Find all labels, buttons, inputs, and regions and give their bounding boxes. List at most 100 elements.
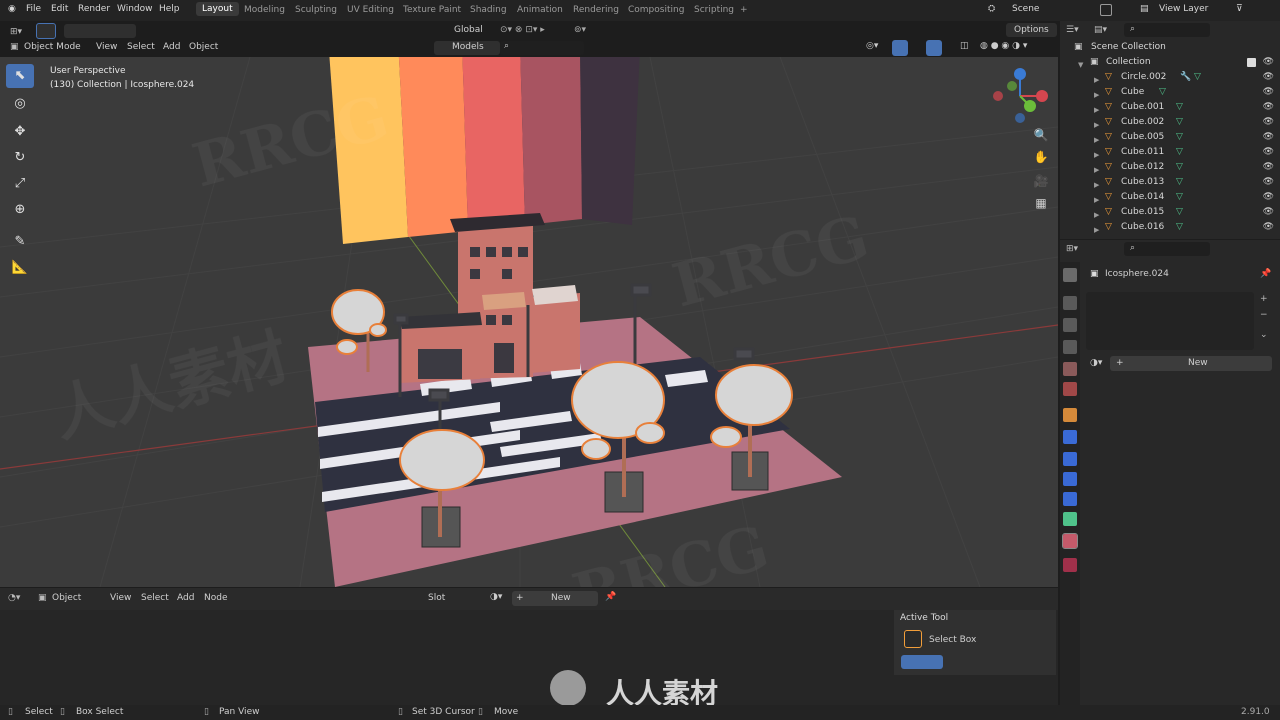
viewport-menu-select[interactable]: Select bbox=[127, 42, 155, 52]
eye-icon[interactable]: 👁 bbox=[1263, 102, 1274, 112]
display-mode-icon[interactable]: ▤▾ bbox=[1094, 25, 1107, 35]
checkbox-icon[interactable] bbox=[1247, 58, 1256, 67]
new-scene-icon[interactable] bbox=[1100, 4, 1112, 16]
filter-icon[interactable]: ⊽ bbox=[1236, 4, 1243, 14]
tool-tab-icon[interactable] bbox=[1063, 268, 1077, 282]
outliner-scene-collection[interactable]: ▣ Scene Collection bbox=[1060, 40, 1280, 55]
remove-slot-icon[interactable]: − bbox=[1260, 310, 1268, 320]
select-box-tool-icon[interactable]: ⬉ bbox=[6, 64, 34, 88]
visibility-icon[interactable]: ◎▾ bbox=[866, 41, 878, 51]
eye-icon[interactable]: 👁 bbox=[1263, 132, 1274, 142]
menu-file[interactable]: File bbox=[26, 4, 41, 14]
eye-icon[interactable]: 👁 bbox=[1263, 87, 1274, 97]
eye-icon[interactable]: 👁 bbox=[1263, 72, 1274, 82]
properties-search-input[interactable] bbox=[1124, 242, 1210, 256]
menu-edit[interactable]: Edit bbox=[51, 4, 68, 14]
menu-window[interactable]: Window bbox=[117, 4, 153, 14]
outliner-item[interactable]: ▶ ▽ Cube.002 ▽ 👁 bbox=[1060, 115, 1280, 130]
object-tab-icon[interactable] bbox=[1063, 408, 1077, 422]
outliner-item[interactable]: ▶ ▽ Cube.012 ▽ 👁 bbox=[1060, 160, 1280, 175]
tab-uv-editing[interactable]: UV Editing bbox=[347, 5, 394, 15]
outliner-collection[interactable]: ▼ ▣ Collection 👁 bbox=[1060, 55, 1280, 70]
measure-tool-icon[interactable]: 📐 bbox=[6, 256, 34, 280]
outliner-item[interactable]: ▶ ▽ Cube.016 ▽ 👁 bbox=[1060, 220, 1280, 235]
menu-render[interactable]: Render bbox=[78, 4, 110, 14]
zoom-icon[interactable]: 🔍 bbox=[1032, 128, 1050, 146]
data-tab-icon[interactable] bbox=[1063, 512, 1077, 526]
eye-icon[interactable]: 👁 bbox=[1263, 207, 1274, 217]
texture-tab-icon[interactable] bbox=[1063, 558, 1077, 572]
viewport-menu-object[interactable]: Object bbox=[189, 42, 218, 52]
outliner-item[interactable]: ▶ ▽ Cube.014 ▽ 👁 bbox=[1060, 190, 1280, 205]
editor-type-icon[interactable]: ◔▾ bbox=[8, 593, 20, 603]
view-layer-tab-icon[interactable] bbox=[1063, 340, 1077, 354]
tab-animation[interactable]: Animation bbox=[517, 5, 563, 15]
scene-tab-icon[interactable] bbox=[1063, 362, 1077, 376]
eye-icon[interactable]: 👁 bbox=[1263, 192, 1274, 202]
tab-layout[interactable]: Layout bbox=[196, 2, 239, 16]
slot-specials-icon[interactable]: ⌄ bbox=[1260, 330, 1268, 340]
material-slot-list[interactable] bbox=[1086, 292, 1254, 350]
pin-icon[interactable]: 📌 bbox=[1260, 269, 1271, 279]
pin-icon[interactable]: 📌 bbox=[605, 592, 616, 602]
material-tab-icon[interactable] bbox=[1062, 533, 1078, 549]
outliner-item[interactable]: ▶ ▽ Cube.013 ▽ 👁 bbox=[1060, 175, 1280, 190]
view-layer-name[interactable]: View Layer bbox=[1159, 4, 1208, 14]
blender-logo-icon[interactable]: ◉ bbox=[8, 4, 16, 14]
eye-icon[interactable]: 👁 bbox=[1263, 162, 1274, 172]
eye-icon[interactable]: 👁 bbox=[1263, 177, 1274, 187]
3d-viewport[interactable]: RRCG RRCG RRCG 人人素材 bbox=[0, 57, 1058, 587]
eye-icon[interactable]: 👁 bbox=[1263, 147, 1274, 157]
node-menu-select[interactable]: Select bbox=[141, 593, 169, 603]
transform-orientation-select[interactable]: Global bbox=[454, 25, 483, 35]
particles-tab-icon[interactable] bbox=[1063, 452, 1077, 466]
options-dropdown[interactable]: Options bbox=[1006, 23, 1057, 37]
tab-texture-paint[interactable]: Texture Paint bbox=[403, 5, 461, 15]
ortho-grid-icon[interactable]: ▦ bbox=[1032, 196, 1050, 214]
xray-icon[interactable]: ◫ bbox=[960, 41, 969, 51]
add-workspace-button[interactable]: + bbox=[740, 5, 748, 15]
output-tab-icon[interactable] bbox=[1063, 318, 1077, 332]
node-menu-add[interactable]: Add bbox=[177, 593, 194, 603]
editor-type-icon[interactable]: ⊞▾ bbox=[10, 27, 22, 37]
scale-tool-icon[interactable]: ⤢ bbox=[6, 172, 34, 196]
add-slot-icon[interactable]: + bbox=[1260, 294, 1268, 304]
cursor-tool-icon[interactable]: ◎ bbox=[6, 92, 34, 116]
select-mode-icons[interactable] bbox=[901, 655, 943, 669]
proportional-edit-icon[interactable]: ⊚▾ bbox=[574, 25, 586, 35]
select-mode-buttons[interactable] bbox=[64, 24, 136, 38]
eye-icon[interactable]: 👁 bbox=[1263, 57, 1274, 67]
eye-icon[interactable]: 👁 bbox=[1263, 222, 1274, 232]
search-input[interactable] bbox=[500, 41, 584, 55]
outliner-item[interactable]: ▶ ▽ Cube.015 ▽ 👁 bbox=[1060, 205, 1280, 220]
outliner-item[interactable]: ▶ ▽ Cube.001 ▽ 👁 bbox=[1060, 100, 1280, 115]
slot-select[interactable]: Slot bbox=[428, 593, 445, 603]
material-browse-icon[interactable]: ◑▾ bbox=[1090, 358, 1102, 368]
outliner-item[interactable]: ▶ ▽ Cube.011 ▽ 👁 bbox=[1060, 145, 1280, 160]
object-mode-select[interactable]: Object Mode bbox=[24, 42, 81, 52]
node-menu-view[interactable]: View bbox=[110, 593, 131, 603]
shader-type-select[interactable]: Object bbox=[52, 593, 81, 603]
constraints-tab-icon[interactable] bbox=[1063, 492, 1077, 506]
tab-rendering[interactable]: Rendering bbox=[573, 5, 619, 15]
active-tool-title[interactable]: Active Tool bbox=[900, 613, 948, 623]
navigation-gizmo[interactable] bbox=[990, 66, 1050, 126]
scene-name[interactable]: Scene bbox=[1012, 4, 1039, 14]
outliner-editor-icon[interactable]: ☰▾ bbox=[1066, 25, 1079, 35]
overlay-toggle-icon[interactable] bbox=[926, 40, 942, 56]
outliner-item[interactable]: ▶ ▽ Circle.002 🔧 ▽ 👁 bbox=[1060, 70, 1280, 85]
tab-shading[interactable]: Shading bbox=[470, 5, 507, 15]
material-browse-icon[interactable]: ◑▾ bbox=[490, 592, 502, 602]
move-tool-icon[interactable]: ✥ bbox=[6, 120, 34, 144]
tab-scripting[interactable]: Scripting bbox=[694, 5, 734, 15]
physics-tab-icon[interactable] bbox=[1063, 472, 1077, 486]
pivot-snap-icons[interactable]: ⊙▾ ⊗ ⊡▾ ▸ bbox=[500, 25, 545, 35]
tab-modeling[interactable]: Modeling bbox=[244, 5, 285, 15]
eye-icon[interactable]: 👁 bbox=[1263, 117, 1274, 127]
viewport-menu-add[interactable]: Add bbox=[163, 42, 180, 52]
outliner-item[interactable]: ▶ ▽ Cube ▽ 👁 bbox=[1060, 85, 1280, 100]
viewport-menu-view[interactable]: View bbox=[96, 42, 117, 52]
modifier-tab-icon[interactable] bbox=[1063, 430, 1077, 444]
render-tab-icon[interactable] bbox=[1063, 296, 1077, 310]
camera-icon[interactable]: 🎥 bbox=[1032, 174, 1050, 192]
